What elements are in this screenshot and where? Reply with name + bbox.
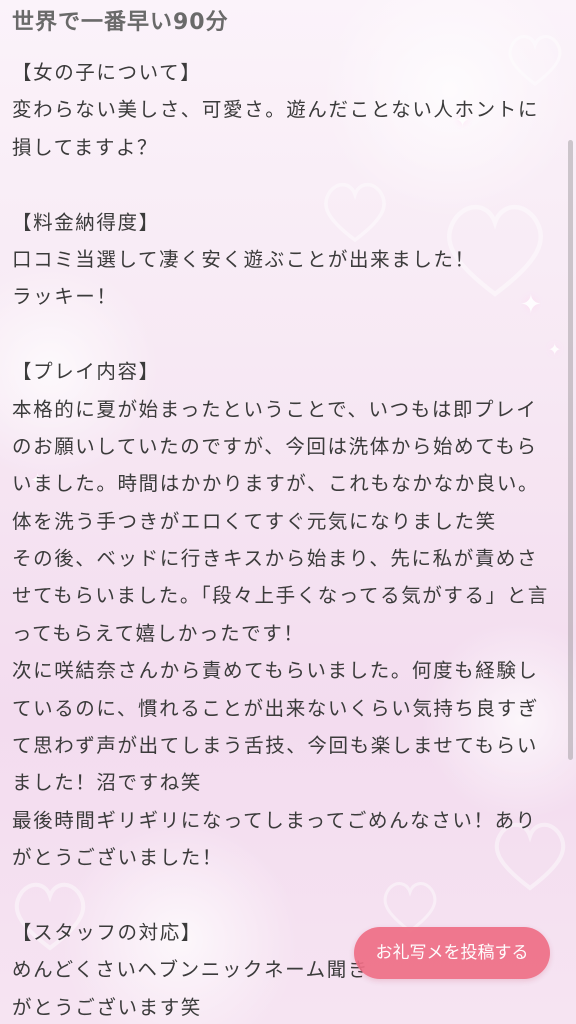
review-line: ているのに、慣れることが出来ないくらい気持ち良すぎ <box>12 696 539 720</box>
review-line: がとうございました！ <box>12 846 224 870</box>
review-line <box>12 877 552 914</box>
section-heading: 【女の子について】 <box>12 61 202 84</box>
review-line: 次に咲結奈さんから責めてもらいました。何度も経験し <box>12 659 539 683</box>
review-line: 本格的に夏が始まったということで、いつもは即プレイ <box>12 397 538 421</box>
review-line: ました！沼ですね笑 <box>12 771 202 795</box>
review-line: 口コミ当選して凄く安く遊ぶことが出来ました！ <box>12 247 476 271</box>
review-line: せてもらいました。「段々上手くなってる気がする」と言 <box>12 584 549 608</box>
review-line: いました。時間はかかりますが、これもなかなか良い。 <box>12 472 540 496</box>
review-line: がとうございます笑 <box>12 995 202 1019</box>
review-line <box>12 166 552 203</box>
review-line: 体を洗う手つきがエロくてすぐ元気になりました笑 <box>12 509 497 533</box>
review-body: 【女の子について】変わらない美しさ、可愛さ。遊んだことない人ホントに 損してますよ… <box>12 54 552 1024</box>
review-line: ラッキー！ <box>12 285 118 309</box>
review-line: 損してますよ？ <box>12 135 159 159</box>
review-line: 最後時間ギリギリになってしまってごめんなさい！あり <box>12 808 537 832</box>
post-thanks-photo-button[interactable]: お礼写メを投稿する <box>354 927 550 979</box>
review-line <box>12 316 552 353</box>
review-line: 変わらない美しさ、可愛さ。遊んだことない人ホントに <box>12 98 539 122</box>
review-line: て思わず声が出てしまう舌技、今回も楽しませてもらい <box>12 734 538 758</box>
review-line: ってもらえて嬉しかったです！ <box>12 621 305 645</box>
review-content: 世界で一番早い90分 【女の子について】変わらない美しさ、可愛さ。遊んだことない… <box>12 0 560 1024</box>
section-heading: 【料金納得度】 <box>12 210 160 234</box>
scrollbar[interactable] <box>568 140 573 760</box>
review-line: のお願いしていたのですが、今回は洗体から始めてもら <box>12 434 538 458</box>
section-heading: 【プレイ内容】 <box>12 360 160 384</box>
review-line: その後、ベッドに行きキスから始まり、先に私が責めさ <box>12 547 539 571</box>
page-title: 世界で一番早い90分 <box>12 10 229 35</box>
